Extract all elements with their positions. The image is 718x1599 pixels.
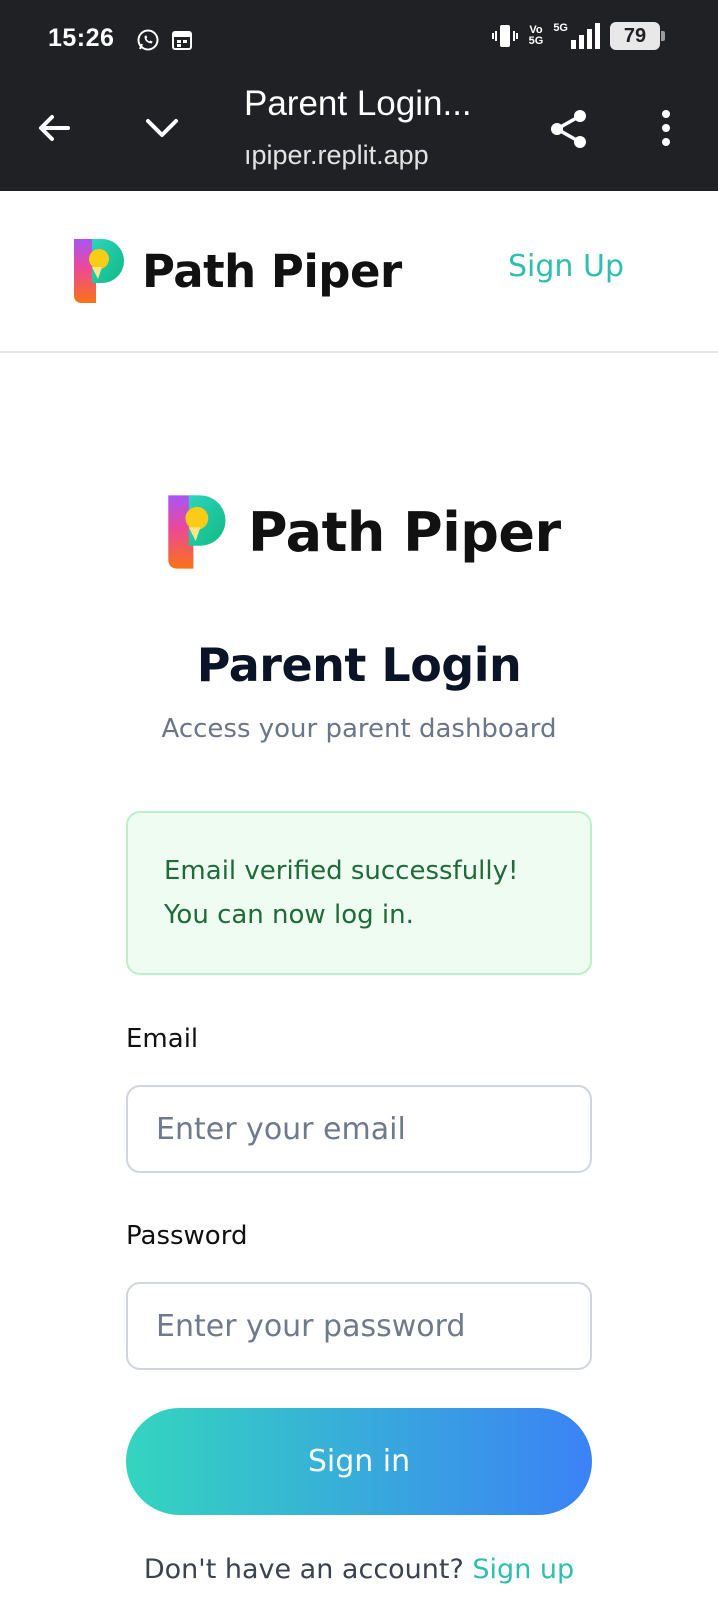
battery-indicator: 79 bbox=[610, 22, 665, 50]
success-alert: Email verified successfully! You can now… bbox=[126, 811, 592, 975]
password-label: Password bbox=[126, 1221, 248, 1251]
more-options-button[interactable] bbox=[642, 104, 690, 152]
login-brand: Path Piper bbox=[166, 492, 561, 572]
volte-indicator: Vo 5G bbox=[528, 24, 544, 47]
password-field[interactable] bbox=[126, 1282, 592, 1370]
calendar-icon bbox=[172, 31, 192, 50]
path-piper-logo bbox=[168, 495, 226, 569]
email-field[interactable] bbox=[126, 1085, 592, 1173]
footer-signup-link[interactable]: Sign up bbox=[472, 1554, 574, 1585]
browser-chrome: 15:26 Vo 5G 5G 79 Parent Login... ıpiper… bbox=[0, 0, 718, 191]
page-title: Parent Login... bbox=[244, 84, 472, 123]
signin-button[interactable]: Sign in bbox=[126, 1408, 592, 1515]
vibrate-icon bbox=[491, 25, 518, 47]
login-subheading: Access your parent dashboard bbox=[161, 714, 557, 744]
share-icon bbox=[551, 110, 586, 148]
header-brand[interactable]: Path Piper bbox=[72, 237, 402, 305]
signal-indicator: 5G bbox=[553, 23, 600, 49]
more-vert-icon bbox=[662, 110, 670, 146]
signup-prompt-text: Don't have an account? bbox=[143, 1554, 464, 1585]
alert-line-1: Email verified successfully! bbox=[164, 856, 519, 886]
back-button[interactable] bbox=[30, 104, 78, 152]
header-brand-name: Path Piper bbox=[142, 244, 402, 298]
chevron-down-icon bbox=[146, 119, 178, 137]
header-signup-link[interactable]: Sign Up bbox=[508, 249, 624, 284]
signal-icon bbox=[571, 23, 600, 49]
signup-prompt: Don't have an account? Sign up bbox=[0, 1554, 718, 1585]
page-url: ıpiper.replit.app bbox=[244, 140, 429, 170]
status-system-icons: Vo 5G 5G 79 bbox=[491, 22, 665, 50]
email-label: Email bbox=[126, 1024, 199, 1054]
back-arrow-icon bbox=[39, 115, 70, 141]
network-type-label: 5G bbox=[553, 22, 568, 34]
whatsapp-icon bbox=[137, 29, 159, 51]
path-piper-logo bbox=[74, 239, 124, 303]
minimize-button[interactable] bbox=[138, 104, 186, 152]
login-heading: Parent Login bbox=[196, 638, 522, 692]
alert-line-2: You can now log in. bbox=[164, 900, 414, 930]
login-brand-name: Path Piper bbox=[248, 500, 561, 564]
status-notification-icons bbox=[136, 28, 194, 52]
status-time: 15:26 bbox=[48, 24, 115, 52]
share-button[interactable] bbox=[544, 104, 594, 154]
site-header: Path Piper Sign Up bbox=[0, 191, 718, 353]
